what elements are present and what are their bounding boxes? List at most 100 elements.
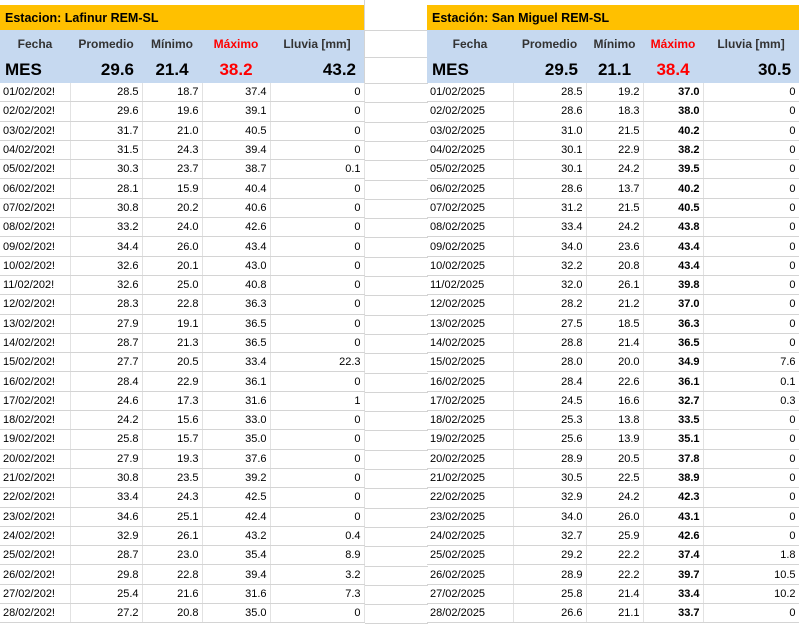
- cell-promedio[interactable]: 33.2: [70, 217, 143, 238]
- summary-promedio[interactable]: 29.6: [70, 57, 142, 83]
- cell-fecha[interactable]: 18/02/202!: [0, 410, 71, 431]
- cell-lluvia[interactable]: 0: [270, 603, 365, 624]
- cell-minimo[interactable]: 19.1: [142, 314, 203, 334]
- cell-minimo[interactable]: 17.3: [142, 391, 203, 412]
- cell-maximo[interactable]: 36.3: [643, 314, 704, 334]
- cell-minimo[interactable]: 22.9: [586, 140, 644, 161]
- cell-lluvia[interactable]: 0: [703, 333, 799, 354]
- cell-maximo[interactable]: 42.5: [202, 487, 271, 508]
- cell-fecha[interactable]: 03/02/202!: [0, 121, 71, 141]
- cell-maximo[interactable]: 43.1: [643, 507, 704, 527]
- cell-maximo[interactable]: 37.8: [643, 449, 704, 469]
- cell-fecha[interactable]: 17/02/2025: [427, 391, 514, 412]
- cell-promedio[interactable]: 33.4: [70, 487, 143, 508]
- station-title[interactable]: Estación: San Miguel REM-SL: [427, 5, 799, 30]
- cell-promedio[interactable]: 28.9: [513, 449, 587, 469]
- cell-maximo[interactable]: 40.5: [643, 198, 704, 219]
- cell-minimo[interactable]: 23.7: [142, 159, 203, 180]
- cell-promedio[interactable]: 31.5: [70, 140, 143, 161]
- cell-fecha[interactable]: 17/02/202!: [0, 391, 71, 412]
- cell-promedio[interactable]: 27.7: [70, 352, 143, 373]
- cell-promedio[interactable]: 27.9: [70, 449, 143, 469]
- cell-minimo[interactable]: 23.5: [142, 468, 203, 489]
- cell-lluvia[interactable]: 1.8: [703, 545, 799, 566]
- cell-minimo[interactable]: 21.4: [586, 584, 644, 605]
- cell-maximo[interactable]: 39.1: [202, 101, 271, 122]
- summary-minimo[interactable]: 21.1: [586, 57, 643, 83]
- cell-promedio[interactable]: 24.5: [513, 391, 587, 412]
- cell-lluvia[interactable]: 0.1: [703, 371, 799, 392]
- cell-maximo[interactable]: 33.7: [643, 603, 704, 624]
- cell-lluvia[interactable]: 0.3: [703, 391, 799, 412]
- cell-promedio[interactable]: 28.5: [70, 83, 143, 103]
- cell-minimo[interactable]: 18.7: [142, 83, 203, 103]
- cell-maximo[interactable]: 36.3: [202, 294, 271, 315]
- cell-maximo[interactable]: 37.4: [202, 83, 271, 103]
- cell-fecha[interactable]: 15/02/2025: [427, 352, 514, 373]
- cell-promedio[interactable]: 30.1: [513, 140, 587, 161]
- cell-fecha[interactable]: 09/02/202!: [0, 236, 71, 257]
- cell-fecha[interactable]: 03/02/2025: [427, 121, 514, 141]
- cell-lluvia[interactable]: 0: [703, 121, 799, 141]
- cell-maximo[interactable]: 32.7: [643, 391, 704, 412]
- cell-fecha[interactable]: 08/02/2025: [427, 217, 514, 238]
- cell-promedio[interactable]: 30.8: [70, 198, 143, 219]
- cell-minimo[interactable]: 21.5: [586, 198, 644, 219]
- header-fecha[interactable]: Fecha: [0, 30, 70, 57]
- cell-promedio[interactable]: 34.6: [70, 507, 143, 527]
- cell-lluvia[interactable]: 0.4: [270, 526, 365, 547]
- header-fecha[interactable]: Fecha: [427, 30, 513, 57]
- summary-promedio[interactable]: 29.5: [513, 57, 586, 83]
- cell-minimo[interactable]: 15.6: [142, 410, 203, 431]
- cell-maximo[interactable]: 42.6: [643, 526, 704, 547]
- cell-minimo[interactable]: 24.3: [142, 140, 203, 161]
- cell-fecha[interactable]: 13/02/202!: [0, 314, 71, 334]
- cell-lluvia[interactable]: 0: [270, 410, 365, 431]
- cell-fecha[interactable]: 24/02/202!: [0, 526, 71, 547]
- cell-minimo[interactable]: 19.2: [586, 83, 644, 103]
- cell-fecha[interactable]: 19/02/202!: [0, 429, 71, 450]
- cell-promedio[interactable]: 32.9: [513, 487, 587, 508]
- cell-lluvia[interactable]: 0: [703, 83, 799, 103]
- cell-minimo[interactable]: 20.8: [586, 256, 644, 276]
- cell-lluvia[interactable]: 0: [270, 217, 365, 238]
- cell-promedio[interactable]: 31.0: [513, 121, 587, 141]
- station-title[interactable]: Estacion: Lafinur REM-SL: [0, 5, 364, 30]
- cell-maximo[interactable]: 39.7: [643, 564, 704, 585]
- summary-maximo[interactable]: 38.4: [643, 57, 703, 83]
- cell-minimo[interactable]: 24.2: [586, 159, 644, 180]
- cell-lluvia[interactable]: 0: [703, 487, 799, 508]
- cell-fecha[interactable]: 19/02/2025: [427, 429, 514, 450]
- cell-fecha[interactable]: 28/02/2025: [427, 603, 514, 624]
- cell-minimo[interactable]: 15.9: [142, 178, 203, 199]
- header-lluvia[interactable]: Lluvia [mm]: [703, 30, 799, 57]
- cell-fecha[interactable]: 14/02/202!: [0, 333, 71, 354]
- cell-fecha[interactable]: 12/02/2025: [427, 294, 514, 315]
- cell-lluvia[interactable]: 0: [270, 83, 365, 103]
- cell-promedio[interactable]: 29.2: [513, 545, 587, 566]
- header-minimo[interactable]: Mínimo: [142, 30, 202, 57]
- cell-fecha[interactable]: 12/02/202!: [0, 294, 71, 315]
- cell-maximo[interactable]: 39.4: [202, 140, 271, 161]
- cell-minimo[interactable]: 24.2: [586, 487, 644, 508]
- cell-promedio[interactable]: 24.6: [70, 391, 143, 412]
- cell-promedio[interactable]: 28.9: [513, 564, 587, 585]
- cell-maximo[interactable]: 36.5: [643, 333, 704, 354]
- cell-minimo[interactable]: 26.0: [142, 236, 203, 257]
- cell-lluvia[interactable]: 1: [270, 391, 365, 412]
- cell-fecha[interactable]: 08/02/202!: [0, 217, 71, 238]
- cell-lluvia[interactable]: 0: [703, 198, 799, 219]
- summary-maximo[interactable]: 38.2: [202, 57, 270, 83]
- summary-lluvia[interactable]: 30.5: [703, 57, 799, 83]
- cell-minimo[interactable]: 22.6: [586, 371, 644, 392]
- cell-lluvia[interactable]: 3.2: [270, 564, 365, 585]
- cell-maximo[interactable]: 31.6: [202, 584, 271, 605]
- cell-promedio[interactable]: 27.5: [513, 314, 587, 334]
- summary-label[interactable]: MES: [427, 57, 513, 83]
- cell-maximo[interactable]: 43.4: [643, 256, 704, 276]
- cell-lluvia[interactable]: 0: [270, 275, 365, 296]
- cell-minimo[interactable]: 13.9: [586, 429, 644, 450]
- cell-promedio[interactable]: 27.9: [70, 314, 143, 334]
- cell-promedio[interactable]: 29.8: [70, 564, 143, 585]
- cell-minimo[interactable]: 22.2: [586, 545, 644, 566]
